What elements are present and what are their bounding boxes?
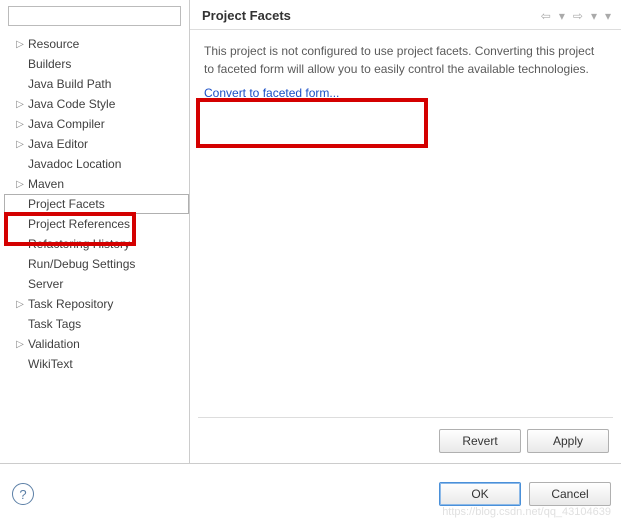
filter-input[interactable] [8,6,181,26]
sidebar-item-label: Java Editor [28,137,88,151]
sidebar-item-java-editor[interactable]: ▷Java Editor [4,134,189,154]
sidebar-item-label: Java Compiler [28,117,105,131]
sidebar-item-validation[interactable]: ▷Validation [4,334,189,354]
sidebar-item-maven[interactable]: ▷Maven [4,174,189,194]
sidebar-item-task-repository[interactable]: ▷Task Repository [4,294,189,314]
nav-back-dropdown-icon[interactable]: ▾ [557,9,567,23]
facets-description: This project is not configured to use pr… [204,42,607,78]
sidebar-item-label: Project References [28,217,130,231]
nav-back-icon[interactable]: ⇦ [539,9,553,23]
expand-arrow-icon[interactable]: ▷ [14,119,26,130]
annotation-highlight-link [196,98,428,148]
expand-arrow-icon[interactable]: ▷ [14,179,26,190]
main-footer: Revert Apply [198,417,613,463]
nav-forward-icon[interactable]: ⇨ [571,9,585,23]
apply-button[interactable]: Apply [527,429,609,453]
sidebar-item-label: WikiText [28,357,73,371]
sidebar-item-java-build-path[interactable]: ▷Java Build Path [4,74,189,94]
sidebar-item-java-code-style[interactable]: ▷Java Code Style [4,94,189,114]
ok-button[interactable]: OK [439,482,521,506]
sidebar-item-label: Run/Debug Settings [28,257,135,271]
sidebar-item-label: Builders [28,57,71,71]
expand-arrow-icon[interactable]: ▷ [14,39,26,50]
sidebar-item-refactoring-history[interactable]: ▷Refactoring History [4,234,189,254]
sidebar-item-label: Javadoc Location [28,157,121,171]
help-icon[interactable]: ? [12,483,34,505]
sidebar-item-label: Validation [28,337,80,351]
dialog-bottom-bar: ? OK Cancel [0,464,621,524]
sidebar-item-project-references[interactable]: ▷Project References [4,214,189,234]
properties-dialog-body: ▷Resource▷Builders▷Java Build Path▷Java … [0,0,621,464]
expand-arrow-icon[interactable]: ▷ [14,99,26,110]
sidebar-item-project-facets[interactable]: ▷Project Facets [4,194,189,214]
expand-arrow-icon[interactable]: ▷ [14,339,26,350]
convert-link[interactable]: Convert to faceted form... [204,86,339,100]
sidebar-item-java-compiler[interactable]: ▷Java Compiler [4,114,189,134]
sidebar-item-resource[interactable]: ▷Resource [4,34,189,54]
nav-forward-dropdown-icon[interactable]: ▾ [589,9,599,23]
sidebar-item-builders[interactable]: ▷Builders [4,54,189,74]
sidebar-item-javadoc-location[interactable]: ▷Javadoc Location [4,154,189,174]
revert-button[interactable]: Revert [439,429,521,453]
sidebar-item-label: Maven [28,177,64,191]
expand-arrow-icon[interactable]: ▷ [14,139,26,150]
dialog-buttons: OK Cancel [439,482,611,506]
sidebar-item-run-debug-settings[interactable]: ▷Run/Debug Settings [4,254,189,274]
sidebar-item-label: Resource [28,37,79,51]
expand-arrow-icon[interactable]: ▷ [14,299,26,310]
sidebar-item-label: Project Facets [28,197,105,211]
sidebar-item-task-tags[interactable]: ▷Task Tags [4,314,189,334]
sidebar-item-label: Java Code Style [28,97,115,111]
nav-icons: ⇦ ▾ ⇨ ▾ ▾ [539,9,613,23]
sidebar-item-label: Java Build Path [28,77,111,91]
sidebar-item-wikitext[interactable]: ▷WikiText [4,354,189,374]
tree: ▷Resource▷Builders▷Java Build Path▷Java … [0,32,189,463]
page-title: Project Facets [202,8,291,23]
nav-menu-dropdown-icon[interactable]: ▾ [603,9,613,23]
sidebar: ▷Resource▷Builders▷Java Build Path▷Java … [0,0,190,463]
main-body: This project is not configured to use pr… [190,30,621,114]
sidebar-item-label: Task Tags [28,317,81,331]
main-pane: Project Facets ⇦ ▾ ⇨ ▾ ▾ This project is… [190,0,621,463]
sidebar-item-server[interactable]: ▷Server [4,274,189,294]
main-header: Project Facets ⇦ ▾ ⇨ ▾ ▾ [190,0,621,30]
sidebar-item-label: Refactoring History [28,237,130,251]
cancel-button[interactable]: Cancel [529,482,611,506]
sidebar-item-label: Task Repository [28,297,113,311]
sidebar-item-label: Server [28,277,63,291]
